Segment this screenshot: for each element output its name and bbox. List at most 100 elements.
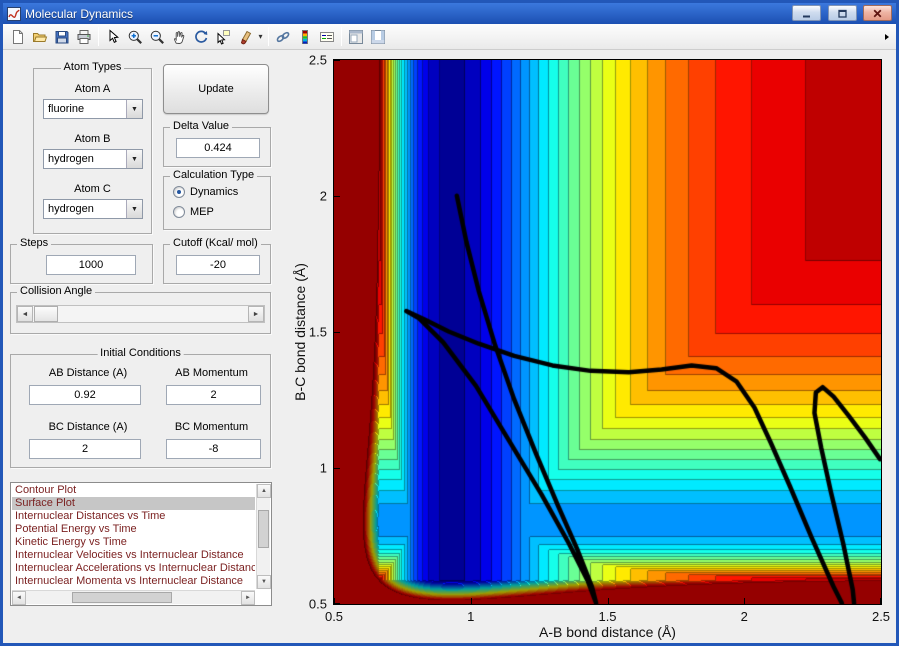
update-button-label: Update (198, 83, 234, 95)
dropdown-arrow-icon[interactable]: ▼ (126, 100, 142, 118)
slider-left-arrow-icon[interactable]: ◄ (17, 306, 33, 322)
list-vertical-scrollbar[interactable]: ▲ ▼ (256, 484, 271, 589)
list-item-selected[interactable]: Surface Plot (12, 497, 255, 510)
brush-icon (240, 30, 252, 44)
y-tick-label: 1.5 (308, 324, 327, 340)
list-item[interactable]: Internuclear Momenta vs Internuclear Dis… (12, 575, 255, 588)
atom-a-dropdown[interactable]: fluorine ▼ (43, 99, 143, 119)
zoom-out-icon (150, 30, 164, 44)
atom-c-dropdown[interactable]: hydrogen ▼ (43, 199, 143, 219)
collision-angle-title: Collision Angle (17, 285, 96, 297)
atom-b-value: hydrogen (48, 153, 94, 165)
close-icon (873, 9, 882, 17)
x-tick-mark (880, 598, 881, 604)
slider-thumb[interactable] (34, 306, 58, 322)
atom-b-dropdown[interactable]: hydrogen ▼ (43, 149, 143, 169)
scroll-down-arrow-icon[interactable]: ▼ (257, 575, 271, 589)
maximize-button[interactable] (827, 5, 857, 21)
scroll-up-arrow-icon[interactable]: ▲ (257, 484, 271, 498)
brush-data-button[interactable] (234, 26, 256, 48)
window-title: Molecular Dynamics (25, 6, 134, 21)
y-axis-label: B-C bond distance (Å) (292, 263, 308, 401)
insert-legend-button[interactable] (316, 26, 338, 48)
collision-angle-panel: Collision Angle ◄ ► (10, 285, 271, 334)
ab-momentum-field[interactable]: 2 (166, 385, 261, 405)
toolbar-separator (98, 27, 99, 46)
cutoff-field[interactable]: -20 (176, 255, 260, 275)
list-horizontal-scrollbar[interactable]: ◄ ► (12, 590, 255, 605)
print-figure-button[interactable] (73, 26, 95, 48)
brush-dropdown-arrow-icon[interactable]: ▾ (256, 26, 265, 48)
x-tick-label: 0.5 (324, 609, 344, 624)
pan-button[interactable] (168, 26, 190, 48)
list-item[interactable]: Internuclear Velocities vs Internuclear … (12, 549, 255, 562)
bc-distance-field[interactable]: 2 (29, 439, 141, 459)
print-icon (77, 29, 91, 44)
figure-content: Atom Types Atom A fluorine ▼ Atom B hydr… (3, 50, 896, 643)
slider-right-arrow-icon[interactable]: ► (248, 306, 264, 322)
ab-momentum-label: AB Momentum (175, 367, 248, 379)
show-plot-tools-button[interactable] (367, 26, 389, 48)
radio-dynamics-label: Dynamics (190, 186, 239, 198)
maximize-icon (837, 9, 847, 18)
new-figure-icon (13, 29, 23, 44)
initial-conditions-title: Initial Conditions (97, 347, 184, 359)
radio-mep[interactable]: MEP (173, 205, 214, 219)
list-item[interactable]: Internuclear Accelerations vs Internucle… (12, 562, 255, 575)
minimize-button[interactable] (792, 5, 822, 21)
list-item[interactable]: Internuclear Distances vs Time (12, 510, 255, 523)
y-tick-label: 0.5 (308, 596, 327, 612)
y-tick-label: 2 (319, 188, 327, 204)
delta-value-field[interactable]: 0.424 (176, 138, 260, 158)
atom-a-label: Atom A (74, 83, 111, 95)
atom-types-title: Atom Types (60, 61, 125, 73)
dropdown-arrow-icon[interactable]: ▼ (126, 200, 142, 218)
y-tick-label: 2.5 (308, 52, 327, 68)
colorbar-icon (302, 29, 308, 44)
open-folder-icon (33, 32, 48, 42)
ab-distance-field[interactable]: 0.92 (29, 385, 141, 405)
zoom-in-button[interactable] (124, 26, 146, 48)
scroll-left-arrow-icon[interactable]: ◄ (12, 591, 26, 605)
open-file-button[interactable] (29, 26, 51, 48)
titlebar[interactable]: Molecular Dynamics (3, 3, 896, 24)
close-button[interactable] (863, 5, 892, 21)
list-item[interactable]: Contour Plot (12, 484, 255, 497)
plot-type-listbox[interactable]: Contour Plot Surface Plot Internuclear D… (10, 482, 272, 606)
pes-contour-canvas[interactable] (334, 60, 881, 604)
bc-momentum-field[interactable]: -8 (166, 439, 261, 459)
pes-plot-axes: 0.5 1 1.5 2 2.5 2.5 2 1.5 1 0.5 A-B bond… (292, 53, 890, 641)
minimize-icon (803, 15, 811, 17)
insert-colorbar-button[interactable] (294, 26, 316, 48)
bc-distance-label: BC Distance (A) (48, 421, 128, 433)
cutoff-panel: Cutoff (Kcal/ mol) -20 (163, 237, 271, 284)
zoom-in-icon (128, 30, 142, 44)
vertical-scroll-thumb[interactable] (258, 510, 269, 548)
edit-pointer-button[interactable] (102, 26, 124, 48)
x-tick-label: 1.5 (598, 609, 617, 624)
hide-plot-tools-button[interactable] (345, 26, 367, 48)
toolbar-overflow-icon[interactable] (884, 33, 892, 41)
rotate-3d-button[interactable] (190, 26, 212, 48)
bc-momentum-label: BC Momentum (174, 421, 249, 433)
y-tick-mark (334, 332, 340, 333)
save-figure-button[interactable] (51, 26, 73, 48)
radio-dynamics[interactable]: Dynamics (173, 185, 238, 199)
data-cursor-icon (217, 29, 230, 45)
steps-title: Steps (17, 237, 52, 249)
delta-value-panel: Delta Value 0.424 (163, 120, 271, 167)
scroll-right-arrow-icon[interactable]: ► (241, 591, 255, 605)
update-button[interactable]: Update (163, 64, 269, 114)
dropdown-arrow-icon[interactable]: ▼ (126, 150, 142, 168)
toolbar-separator (268, 27, 269, 46)
zoom-out-button[interactable] (146, 26, 168, 48)
list-item[interactable]: Potential Energy vs Time (12, 523, 255, 536)
link-plot-button[interactable] (272, 26, 294, 48)
steps-field[interactable]: 1000 (46, 255, 136, 275)
window-controls (790, 5, 892, 23)
collision-angle-slider[interactable]: ◄ ► (16, 305, 265, 323)
data-cursor-button[interactable] (212, 26, 234, 48)
horizontal-scroll-thumb[interactable] (72, 592, 172, 603)
list-item[interactable]: Kinetic Energy vs Time (12, 536, 255, 549)
new-figure-button[interactable] (7, 26, 29, 48)
